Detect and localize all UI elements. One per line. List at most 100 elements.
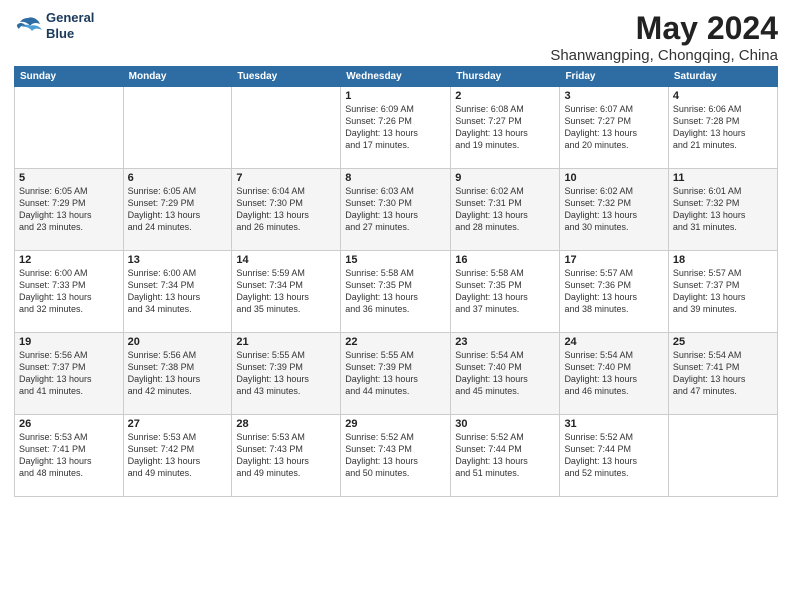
calendar-cell: 8Sunrise: 6:03 AM Sunset: 7:30 PM Daylig… xyxy=(341,169,451,251)
calendar-cell: 2Sunrise: 6:08 AM Sunset: 7:27 PM Daylig… xyxy=(451,87,560,169)
header-sunday: Sunday xyxy=(15,67,124,87)
calendar-week-0: 1Sunrise: 6:09 AM Sunset: 7:26 PM Daylig… xyxy=(15,87,778,169)
calendar-cell: 17Sunrise: 5:57 AM Sunset: 7:36 PM Dayli… xyxy=(560,251,668,333)
day-number: 21 xyxy=(236,336,336,348)
day-info: Sunrise: 5:52 AM Sunset: 7:44 PM Dayligh… xyxy=(455,431,555,480)
day-number: 5 xyxy=(19,172,119,184)
calendar-cell: 28Sunrise: 5:53 AM Sunset: 7:43 PM Dayli… xyxy=(232,415,341,497)
calendar-cell xyxy=(15,87,124,169)
day-info: Sunrise: 5:55 AM Sunset: 7:39 PM Dayligh… xyxy=(236,349,336,398)
calendar-week-1: 5 Sunrise: 6:05 AM Sunset: 7:29 PM Daylig… xyxy=(15,169,778,251)
calendar-cell: 24Sunrise: 5:54 AM Sunset: 7:40 PM Dayli… xyxy=(560,333,668,415)
day-info: Sunrise: 6:08 AM Sunset: 7:27 PM Dayligh… xyxy=(455,103,555,152)
day-info: Sunrise: 5:55 AM Sunset: 7:39 PM Dayligh… xyxy=(345,349,446,398)
calendar-week-2: 12Sunrise: 6:00 AM Sunset: 7:33 PM Dayli… xyxy=(15,251,778,333)
calendar-week-4: 26Sunrise: 5:53 AM Sunset: 7:41 PM Dayli… xyxy=(15,415,778,497)
day-info: Sunrise: 6:02 AM Sunset: 7:31 PM Dayligh… xyxy=(455,185,555,234)
day-number: 7 xyxy=(236,172,336,184)
calendar-cell: 18Sunrise: 5:57 AM Sunset: 7:37 PM Dayli… xyxy=(668,251,777,333)
calendar-cell: 14Sunrise: 5:59 AM Sunset: 7:34 PM Dayli… xyxy=(232,251,341,333)
calendar-cell xyxy=(232,87,341,169)
calendar-header-row: SundayMondayTuesdayWednesdayThursdayFrid… xyxy=(15,67,778,87)
day-info: Sunrise: 6:02 AM Sunset: 7:32 PM Dayligh… xyxy=(564,185,663,234)
day-number: 18 xyxy=(673,254,773,266)
calendar-cell: 23Sunrise: 5:54 AM Sunset: 7:40 PM Dayli… xyxy=(451,333,560,415)
calendar-cell: 27Sunrise: 5:53 AM Sunset: 7:42 PM Dayli… xyxy=(123,415,232,497)
day-info: Sunrise: 5:53 AM Sunset: 7:41 PM Dayligh… xyxy=(19,431,119,480)
day-info: Sunrise: 6:03 AM Sunset: 7:30 PM Dayligh… xyxy=(345,185,446,234)
day-number: 16 xyxy=(455,254,555,266)
day-info: Sunrise: 5:52 AM Sunset: 7:44 PM Dayligh… xyxy=(564,431,663,480)
calendar-cell: 5Sunrise: 6:05 AM Sunset: 7:29 PM Daylig… xyxy=(15,169,124,251)
header-thursday: Thursday xyxy=(451,67,560,87)
day-number: 19 xyxy=(19,336,119,348)
day-number: 4 xyxy=(673,90,773,102)
subtitle: Shanwangping, Chongqing, China xyxy=(550,47,778,64)
day-info: Sunrise: 5:54 AM Sunset: 7:41 PM Dayligh… xyxy=(673,349,773,398)
day-number: 31 xyxy=(564,418,663,430)
day-number: 24 xyxy=(564,336,663,348)
header-monday: Monday xyxy=(123,67,232,87)
day-info: Sunrise: 5:57 AM Sunset: 7:36 PM Dayligh… xyxy=(564,267,663,316)
day-number: 30 xyxy=(455,418,555,430)
day-number: 12 xyxy=(19,254,119,266)
calendar-cell: 25Sunrise: 5:54 AM Sunset: 7:41 PM Dayli… xyxy=(668,333,777,415)
day-info: Sunrise: 5:53 AM Sunset: 7:42 PM Dayligh… xyxy=(128,431,228,480)
header-friday: Friday xyxy=(560,67,668,87)
calendar-cell: 29Sunrise: 5:52 AM Sunset: 7:43 PM Dayli… xyxy=(341,415,451,497)
day-number: 22 xyxy=(345,336,446,348)
calendar-cell: 4Sunrise: 6:06 AM Sunset: 7:28 PM Daylig… xyxy=(668,87,777,169)
calendar-cell: 1Sunrise: 6:09 AM Sunset: 7:26 PM Daylig… xyxy=(341,87,451,169)
calendar-cell: 12Sunrise: 6:00 AM Sunset: 7:33 PM Dayli… xyxy=(15,251,124,333)
calendar-cell: 7Sunrise: 6:04 AM Sunset: 7:30 PM Daylig… xyxy=(232,169,341,251)
calendar-cell: 31Sunrise: 5:52 AM Sunset: 7:44 PM Dayli… xyxy=(560,415,668,497)
day-number: 8 xyxy=(345,172,446,184)
calendar-cell: 30Sunrise: 5:52 AM Sunset: 7:44 PM Dayli… xyxy=(451,415,560,497)
day-info: Sunrise: 5:54 AM Sunset: 7:40 PM Dayligh… xyxy=(455,349,555,398)
calendar-cell: 6Sunrise: 6:05 AM Sunset: 7:29 PM Daylig… xyxy=(123,169,232,251)
header: General Blue May 2024 Shanwangping, Chon… xyxy=(14,10,778,64)
logo-text: General Blue xyxy=(46,10,94,41)
calendar-cell: 11Sunrise: 6:01 AM Sunset: 7:32 PM Dayli… xyxy=(668,169,777,251)
calendar-cell xyxy=(668,415,777,497)
calendar-cell: 22Sunrise: 5:55 AM Sunset: 7:39 PM Dayli… xyxy=(341,333,451,415)
day-info: Sunrise: 5:58 AM Sunset: 7:35 PM Dayligh… xyxy=(345,267,446,316)
day-info: Sunrise: 5:53 AM Sunset: 7:43 PM Dayligh… xyxy=(236,431,336,480)
calendar-cell: 9Sunrise: 6:02 AM Sunset: 7:31 PM Daylig… xyxy=(451,169,560,251)
header-tuesday: Tuesday xyxy=(232,67,341,87)
calendar-cell: 26Sunrise: 5:53 AM Sunset: 7:41 PM Dayli… xyxy=(15,415,124,497)
day-number: 1 xyxy=(345,90,446,102)
day-number: 11 xyxy=(673,172,773,184)
day-number: 17 xyxy=(564,254,663,266)
day-number: 15 xyxy=(345,254,446,266)
day-number: 27 xyxy=(128,418,228,430)
day-info: Sunrise: 5:59 AM Sunset: 7:34 PM Dayligh… xyxy=(236,267,336,316)
day-info: Sunrise: 6:00 AM Sunset: 7:34 PM Dayligh… xyxy=(128,267,228,316)
day-info: Sunrise: 6:04 AM Sunset: 7:30 PM Dayligh… xyxy=(236,185,336,234)
day-number: 9 xyxy=(455,172,555,184)
day-number: 28 xyxy=(236,418,336,430)
day-number: 6 xyxy=(128,172,228,184)
title-block: May 2024 Shanwangping, Chongqing, China xyxy=(550,10,778,64)
day-info: Sunrise: 6:07 AM Sunset: 7:27 PM Dayligh… xyxy=(564,103,663,152)
day-number: 25 xyxy=(673,336,773,348)
calendar-cell: 21Sunrise: 5:55 AM Sunset: 7:39 PM Dayli… xyxy=(232,333,341,415)
header-saturday: Saturday xyxy=(668,67,777,87)
calendar-cell xyxy=(123,87,232,169)
header-wednesday: Wednesday xyxy=(341,67,451,87)
calendar-cell: 15Sunrise: 5:58 AM Sunset: 7:35 PM Dayli… xyxy=(341,251,451,333)
day-info: Sunrise: 6:00 AM Sunset: 7:33 PM Dayligh… xyxy=(19,267,119,316)
calendar-cell: 16Sunrise: 5:58 AM Sunset: 7:35 PM Dayli… xyxy=(451,251,560,333)
calendar-cell: 13Sunrise: 6:00 AM Sunset: 7:34 PM Dayli… xyxy=(123,251,232,333)
day-number: 13 xyxy=(128,254,228,266)
logo-bird-icon xyxy=(14,14,42,38)
day-info: Sunrise: 5:58 AM Sunset: 7:35 PM Dayligh… xyxy=(455,267,555,316)
day-info: Sunrise: 6:01 AM Sunset: 7:32 PM Dayligh… xyxy=(673,185,773,234)
day-number: 26 xyxy=(19,418,119,430)
day-info: Sunrise: 6:05 AM Sunset: 7:29 PM Dayligh… xyxy=(128,185,228,234)
day-number: 3 xyxy=(564,90,663,102)
main-title: May 2024 xyxy=(550,10,778,47)
day-info: Sunrise: 5:56 AM Sunset: 7:37 PM Dayligh… xyxy=(19,349,119,398)
calendar-cell: 10Sunrise: 6:02 AM Sunset: 7:32 PM Dayli… xyxy=(560,169,668,251)
logo: General Blue xyxy=(14,10,94,41)
